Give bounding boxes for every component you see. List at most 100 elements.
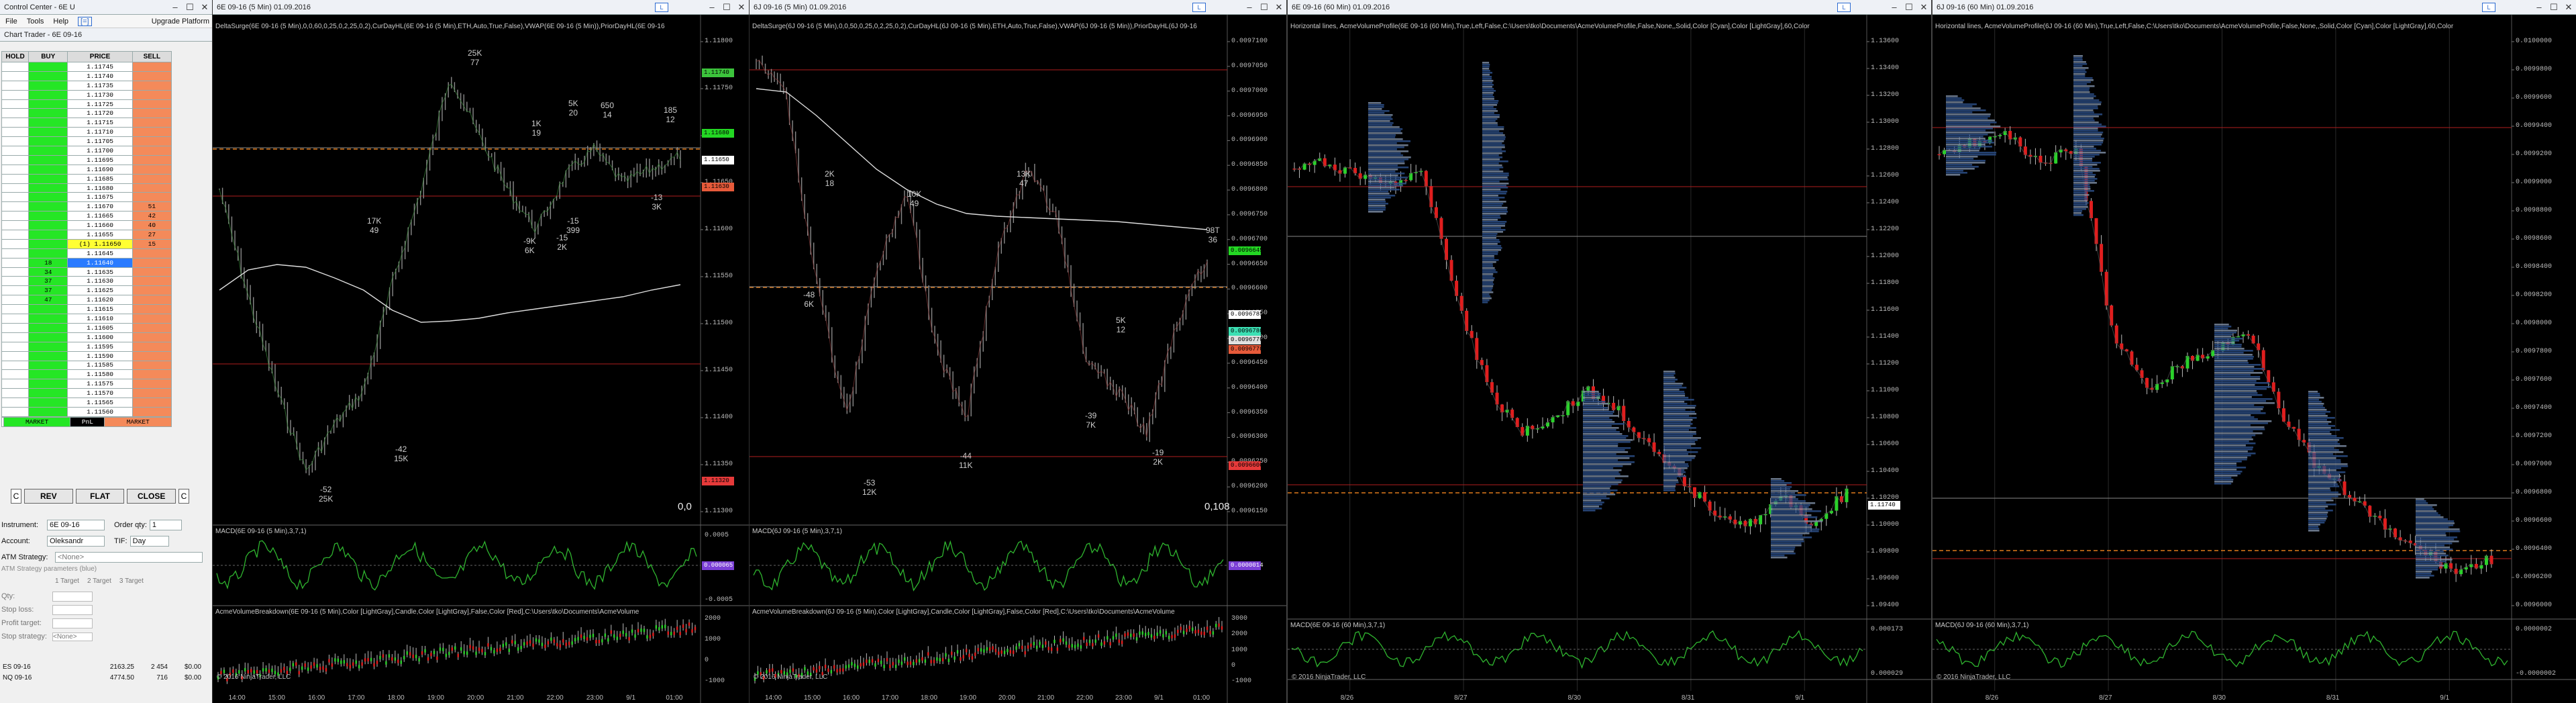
ladder-row[interactable]: 1.11585 bbox=[1, 360, 172, 371]
sell-cell[interactable] bbox=[132, 173, 172, 184]
sell-cell[interactable] bbox=[132, 267, 172, 277]
sell-cell[interactable]: 27 bbox=[132, 230, 172, 240]
sell-cell[interactable]: 51 bbox=[132, 201, 172, 212]
buy-cell[interactable] bbox=[28, 238, 68, 249]
buy-cell[interactable] bbox=[28, 192, 68, 203]
sell-cell[interactable] bbox=[132, 406, 172, 417]
ladder-row[interactable]: 1.11615 bbox=[1, 304, 172, 315]
sell-cell[interactable] bbox=[132, 350, 172, 361]
ladder-row[interactable]: 34 1.11635 bbox=[1, 267, 172, 277]
ladder-row[interactable]: 1.11665 42 bbox=[1, 211, 172, 222]
buy-cell[interactable] bbox=[28, 388, 68, 399]
target-1-radio[interactable]: 1 Target bbox=[55, 577, 79, 590]
sell-cell[interactable] bbox=[132, 164, 172, 175]
instrument-select[interactable]: 6E 09-16 bbox=[47, 520, 105, 530]
buy-cell[interactable] bbox=[28, 173, 68, 184]
buy-cell[interactable]: 37 bbox=[28, 276, 68, 287]
sell-cell[interactable] bbox=[132, 118, 172, 128]
buy-cell[interactable] bbox=[28, 127, 68, 138]
buy-cell[interactable] bbox=[28, 80, 68, 91]
maximize-icon[interactable]: ☐ bbox=[1257, 1, 1272, 14]
ladder-row[interactable]: 1.11560 bbox=[1, 406, 172, 417]
ladder-row[interactable]: 1.11675 bbox=[1, 192, 172, 203]
sell-cell[interactable] bbox=[132, 62, 172, 72]
ladder-row[interactable]: 1.11735 bbox=[1, 80, 172, 91]
buy-cell[interactable] bbox=[28, 230, 68, 240]
stop-loss-stepper[interactable] bbox=[52, 604, 93, 615]
minimize-icon[interactable]: – bbox=[2532, 1, 2546, 14]
chart-titlebar[interactable]: 6E 09-16 (60 Min) 01.09.2016 L – ☐ ✕ bbox=[1288, 0, 1931, 15]
ladder-row[interactable]: 1.11700 bbox=[1, 146, 172, 156]
ladder-row[interactable]: 1.11595 bbox=[1, 341, 172, 352]
sell-cell[interactable] bbox=[132, 108, 172, 119]
buy-cell[interactable] bbox=[28, 369, 68, 380]
sell-cell[interactable] bbox=[132, 154, 172, 165]
sell-cell[interactable] bbox=[132, 295, 172, 306]
buy-cell[interactable] bbox=[28, 201, 68, 212]
ladder-row[interactable]: (1) 1.11650 15 bbox=[1, 238, 172, 249]
ladder-row[interactable]: 1.11605 bbox=[1, 322, 172, 333]
ladder-row[interactable]: 1.11720 bbox=[1, 108, 172, 119]
sell-cell[interactable]: 40 bbox=[132, 220, 172, 231]
ladder-row[interactable]: 1.11725 bbox=[1, 99, 172, 109]
buy-cell[interactable] bbox=[28, 108, 68, 119]
sell-cell[interactable] bbox=[132, 136, 172, 147]
control-center-titlebar[interactable]: Control Center - 6E U – ☐ ✕ bbox=[0, 0, 212, 15]
menu-extra[interactable]: [=] bbox=[78, 16, 92, 26]
sell-cell[interactable] bbox=[132, 71, 172, 81]
buy-cell[interactable]: 34 bbox=[28, 267, 68, 277]
buy-cell[interactable] bbox=[28, 341, 68, 352]
market-sell-button[interactable]: MARKET bbox=[104, 416, 172, 427]
menu-file[interactable]: File bbox=[5, 17, 17, 26]
table-row[interactable]: ES 09-16 2163.25 2 454 $0.00 bbox=[0, 661, 208, 672]
buy-cell[interactable]: 37 bbox=[28, 285, 68, 296]
sell-cell[interactable] bbox=[132, 369, 172, 380]
ladder-row[interactable]: 18 1.11640 bbox=[1, 257, 172, 268]
sell-cell[interactable] bbox=[132, 341, 172, 352]
menu-tools[interactable]: Tools bbox=[27, 17, 44, 26]
ladder-row[interactable]: 1.11690 bbox=[1, 164, 172, 175]
buy-cell[interactable] bbox=[28, 154, 68, 165]
close-icon[interactable]: ✕ bbox=[1272, 1, 1286, 14]
menu-help[interactable]: Help bbox=[53, 17, 68, 26]
profit-target-stepper[interactable] bbox=[52, 618, 93, 628]
ladder-row[interactable]: 1.11600 bbox=[1, 332, 172, 342]
maximize-icon[interactable]: ☐ bbox=[183, 1, 197, 14]
ladder-row[interactable]: 1.11705 bbox=[1, 136, 172, 147]
chart-titlebar[interactable]: 6E 09-16 (5 Min) 01.09.2016 L – ☐ ✕ bbox=[213, 0, 749, 15]
chart-link-button[interactable]: L bbox=[1192, 3, 1206, 12]
sell-cell[interactable] bbox=[132, 285, 172, 296]
buy-cell[interactable] bbox=[28, 136, 68, 147]
minimize-icon[interactable]: – bbox=[705, 1, 719, 14]
sell-cell[interactable] bbox=[132, 248, 172, 259]
ladder-row[interactable]: 1.11745 bbox=[1, 62, 172, 72]
buy-cell[interactable] bbox=[28, 183, 68, 193]
chart-trader-titlebar[interactable]: Chart Trader - 6E 09-16 bbox=[0, 28, 212, 42]
chart-link-button[interactable]: L bbox=[655, 3, 668, 12]
sell-cell[interactable] bbox=[132, 397, 172, 408]
buy-cell[interactable] bbox=[28, 99, 68, 109]
close-right-button[interactable]: C bbox=[178, 489, 190, 504]
buy-cell[interactable]: 18 bbox=[28, 257, 68, 268]
close-icon[interactable]: ✕ bbox=[2561, 1, 2576, 14]
ladder-row[interactable]: 37 1.11625 bbox=[1, 285, 172, 296]
buy-cell[interactable] bbox=[28, 118, 68, 128]
ladder-row[interactable]: 1.11575 bbox=[1, 379, 172, 389]
buy-cell[interactable] bbox=[28, 146, 68, 156]
minimize-icon[interactable]: – bbox=[1242, 1, 1257, 14]
maximize-icon[interactable]: ☐ bbox=[719, 1, 734, 14]
buy-cell[interactable] bbox=[28, 71, 68, 81]
flatten-button[interactable]: FLAT bbox=[75, 489, 125, 504]
buy-cell[interactable] bbox=[28, 322, 68, 333]
sell-cell[interactable] bbox=[132, 99, 172, 109]
ladder-row[interactable]: 1.11660 40 bbox=[1, 220, 172, 231]
ladder-row[interactable]: 1.11695 bbox=[1, 154, 172, 165]
minimize-icon[interactable]: – bbox=[168, 1, 183, 14]
sell-cell[interactable] bbox=[132, 332, 172, 342]
sell-cell[interactable] bbox=[132, 192, 172, 203]
buy-cell[interactable] bbox=[28, 397, 68, 408]
ladder-row[interactable]: 1.11610 bbox=[1, 314, 172, 324]
ladder-row[interactable]: 1.11570 bbox=[1, 388, 172, 399]
buy-cell[interactable] bbox=[28, 62, 68, 72]
buy-cell[interactable] bbox=[28, 406, 68, 417]
